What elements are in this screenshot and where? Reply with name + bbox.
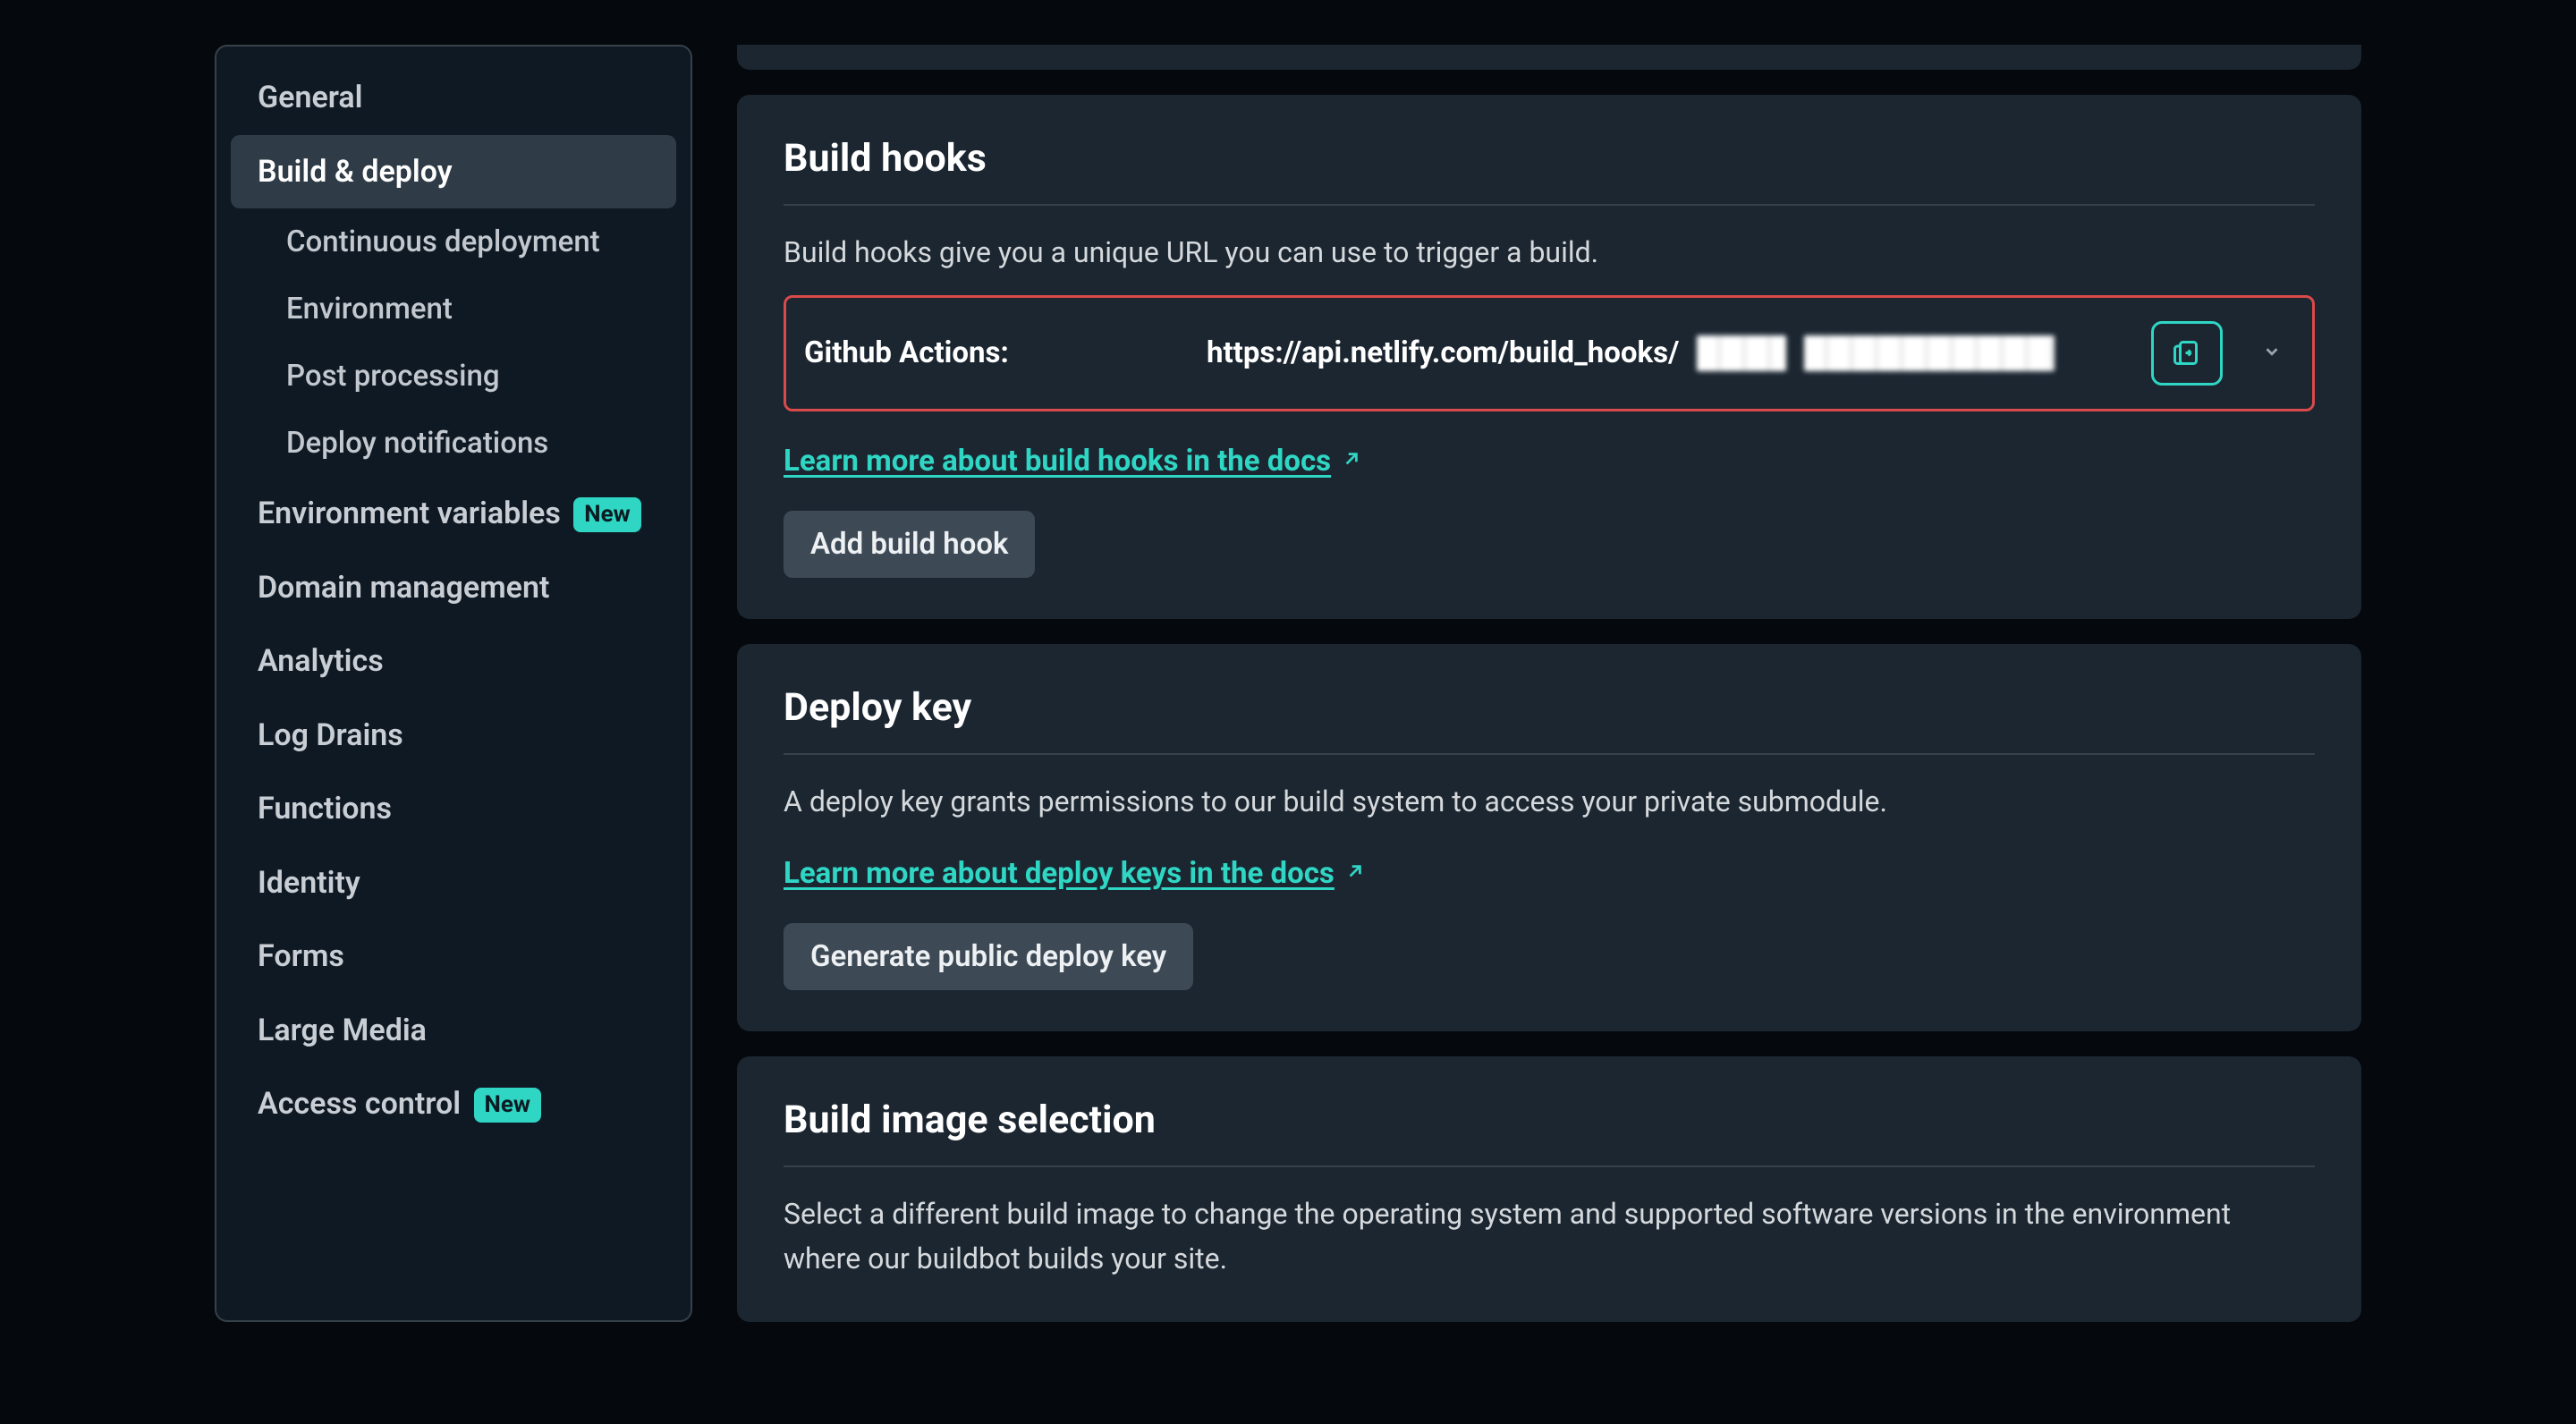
external-link-icon bbox=[1340, 444, 1363, 479]
sidebar-item-access-control[interactable]: Access control New bbox=[231, 1067, 676, 1141]
sidebar-item-general[interactable]: General bbox=[231, 61, 676, 135]
section-title: Build image selection bbox=[784, 1098, 2315, 1167]
generate-deploy-key-button[interactable]: Generate public deploy key bbox=[784, 923, 1193, 990]
card-build-hooks: Build hooks Build hooks give you a uniqu… bbox=[737, 95, 2361, 619]
sidebar-item-domain-management[interactable]: Domain management bbox=[231, 551, 676, 625]
previous-card-edge bbox=[737, 45, 2361, 70]
section-description: Select a different build image to change… bbox=[784, 1192, 2315, 1281]
learn-more-build-hooks-link[interactable]: Learn more about build hooks in the docs bbox=[784, 444, 1363, 479]
hook-url-prefix: https://api.netlify.com/build_hooks/ bbox=[1207, 335, 1679, 370]
sidebar-item-label: Access control bbox=[258, 1086, 461, 1122]
badge-new: New bbox=[474, 1088, 541, 1123]
section-description: A deploy key grants permissions to our b… bbox=[784, 780, 2315, 825]
sidebar-sub-environment[interactable]: Environment bbox=[231, 275, 676, 343]
settings-sidebar: General Build & deploy Continuous deploy… bbox=[215, 45, 692, 1322]
sidebar-item-label: Environment variables bbox=[258, 496, 561, 531]
add-build-hook-button[interactable]: Add build hook bbox=[784, 511, 1035, 578]
sidebar-item-large-media[interactable]: Large Media bbox=[231, 994, 676, 1068]
expand-hook-button[interactable] bbox=[2258, 340, 2285, 367]
link-text: Learn more about build hooks in the docs bbox=[784, 444, 1331, 479]
sidebar-item-build-deploy[interactable]: Build & deploy bbox=[231, 135, 676, 209]
link-text: Learn more about deploy keys in the docs bbox=[784, 856, 1335, 891]
sidebar-item-log-drains[interactable]: Log Drains bbox=[231, 699, 676, 773]
section-title: Build hooks bbox=[784, 136, 2315, 206]
chevron-down-icon bbox=[2262, 342, 2282, 365]
learn-more-deploy-keys-link[interactable]: Learn more about deploy keys in the docs bbox=[784, 856, 1367, 891]
sidebar-sub-deploy-notifications[interactable]: Deploy notifications bbox=[231, 410, 676, 477]
sidebar-item-functions[interactable]: Functions bbox=[231, 772, 676, 846]
build-hook-row: Github Actions: https://api.netlify.com/… bbox=[784, 295, 2315, 411]
badge-new: New bbox=[573, 497, 640, 532]
sidebar-item-analytics[interactable]: Analytics bbox=[231, 624, 676, 699]
card-deploy-key: Deploy key A deploy key grants permissio… bbox=[737, 644, 2361, 1032]
sidebar-item-env-vars[interactable]: Environment variables New bbox=[231, 477, 676, 551]
section-description: Build hooks give you a unique URL you ca… bbox=[784, 231, 2315, 275]
sidebar-item-identity[interactable]: Identity bbox=[231, 846, 676, 920]
clipboard-icon bbox=[2171, 335, 2203, 371]
card-build-image: Build image selection Select a different… bbox=[737, 1056, 2361, 1322]
main-content: Build hooks Build hooks give you a uniqu… bbox=[737, 45, 2361, 1322]
external-link-icon bbox=[1343, 856, 1367, 891]
sidebar-sub-post-processing[interactable]: Post processing bbox=[231, 343, 676, 410]
sidebar-item-forms[interactable]: Forms bbox=[231, 920, 676, 994]
hook-id-redacted bbox=[1697, 335, 2133, 371]
copy-hook-button[interactable] bbox=[2151, 321, 2223, 386]
hook-name: Github Actions: bbox=[804, 335, 1189, 370]
sidebar-sub-continuous-deployment[interactable]: Continuous deployment bbox=[231, 208, 676, 275]
section-title: Deploy key bbox=[784, 685, 2315, 755]
